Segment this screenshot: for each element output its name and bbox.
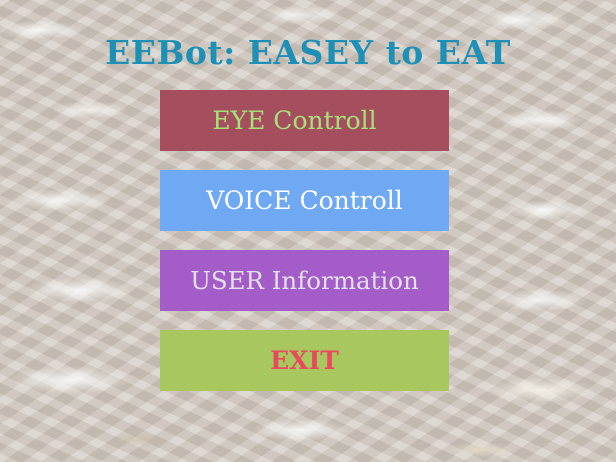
user-information-button[interactable]: USER Information (160, 250, 449, 311)
eye-control-button[interactable]: EYE Controll (160, 90, 449, 151)
exit-label: EXIT (270, 346, 339, 375)
voice-control-button[interactable]: VOICE Controll (160, 170, 449, 231)
app-title: EEBot: EASEY to EAT (105, 33, 511, 72)
user-information-label: USER Information (190, 266, 419, 295)
eye-control-label: EYE Controll (212, 106, 377, 135)
voice-control-label: VOICE Controll (206, 186, 403, 215)
exit-button[interactable]: EXIT (160, 330, 449, 391)
